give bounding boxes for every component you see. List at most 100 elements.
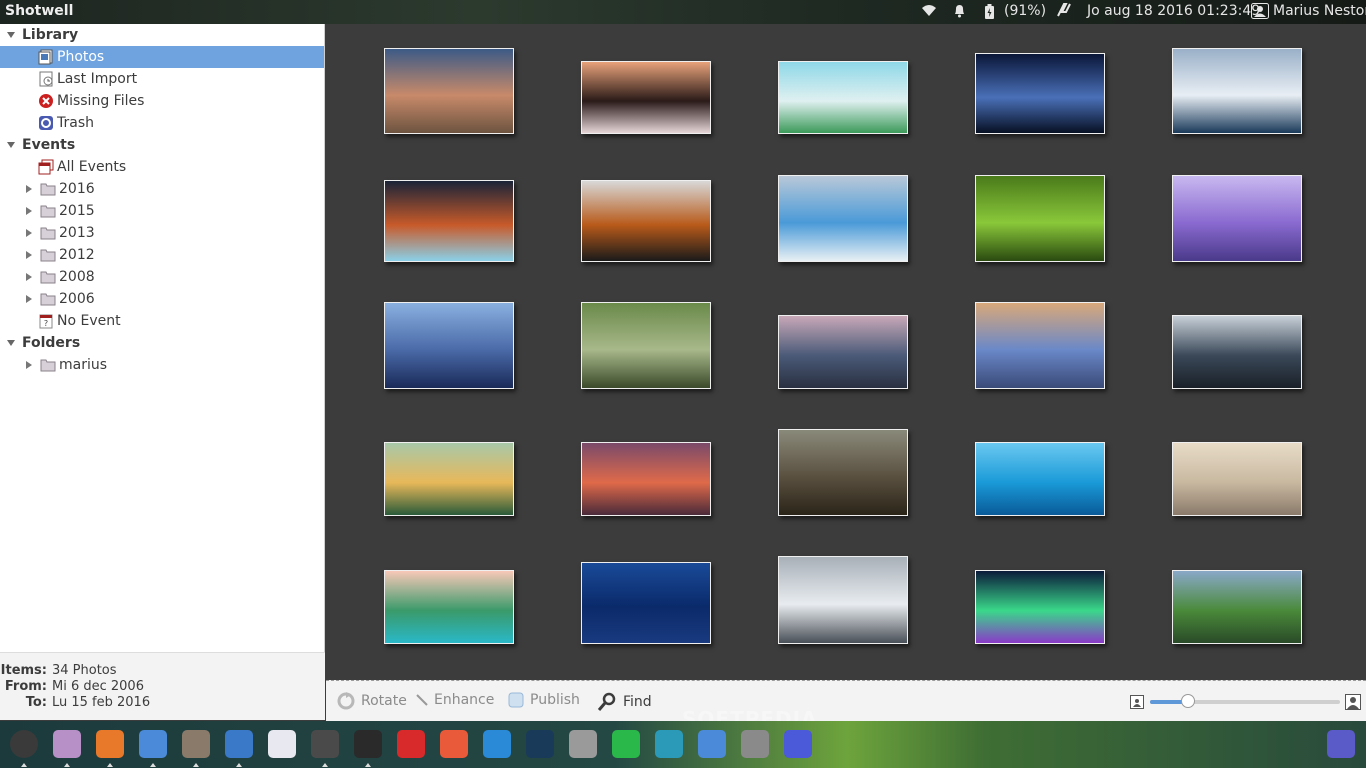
photo-thumbnail-red-city[interactable] — [581, 442, 711, 516]
firefox-icon[interactable] — [96, 730, 124, 758]
mail-icon[interactable] — [139, 730, 167, 758]
monitor-icon[interactable] — [483, 730, 511, 758]
zoom-slider-handle[interactable] — [1181, 694, 1195, 708]
sidebar-item-last-import[interactable]: Last Import — [38, 68, 137, 90]
battery-percent: (91%) — [1004, 3, 1047, 19]
zoom-slider[interactable] — [1150, 694, 1340, 708]
expander-down-icon[interactable] — [6, 338, 16, 348]
photo-thumbnail-blue-mountains[interactable] — [384, 302, 514, 389]
expander-right-icon[interactable] — [24, 272, 34, 282]
installer-icon[interactable] — [397, 730, 425, 758]
updater-icon[interactable] — [440, 730, 468, 758]
photo-thumbnail-sunset-reflection[interactable] — [975, 302, 1105, 389]
user-menu[interactable]: Marius Nestor — [1251, 3, 1366, 19]
recycle-icon[interactable] — [1327, 730, 1355, 758]
dock — [0, 721, 1366, 768]
photo-thumbnail-rail-bridge[interactable] — [778, 429, 908, 516]
network-icon[interactable] — [784, 730, 812, 758]
sidebar-item-missing-files[interactable]: Missing Files — [38, 90, 144, 112]
keyboard-indicator-icon[interactable] — [1057, 3, 1071, 17]
disks-icon[interactable] — [741, 730, 769, 758]
expander-right-icon[interactable] — [24, 360, 34, 370]
expander-right-icon[interactable] — [24, 294, 34, 304]
photo-thumbnail-flat-mountains[interactable] — [778, 61, 908, 134]
expander-down-icon[interactable] — [6, 140, 16, 150]
photo-thumbnail-glacier[interactable] — [778, 175, 908, 262]
steam-icon[interactable] — [526, 730, 554, 758]
photo-thumbnail-tiger[interactable] — [581, 180, 711, 262]
publish-button[interactable]: Publish — [508, 692, 580, 708]
enhance-button[interactable]: Enhance — [416, 692, 494, 708]
sync-icon[interactable] — [612, 730, 640, 758]
text-editor-icon[interactable] — [268, 730, 296, 758]
folder-icon — [40, 271, 56, 284]
sidebar-item-2006[interactable]: 2006 — [24, 288, 95, 310]
sidebar-item-2013[interactable]: 2013 — [24, 222, 95, 244]
running-indicator — [365, 763, 371, 767]
photo-thumbnail-snow-tree[interactable] — [778, 556, 908, 644]
sidebar-item-trash[interactable]: Trash — [38, 112, 94, 134]
all-events-icon — [38, 159, 54, 175]
workspaces-icon[interactable] — [698, 730, 726, 758]
photo-thumbnail-galaxy[interactable] — [975, 53, 1105, 134]
user-icon — [1251, 3, 1269, 19]
expander-right-icon[interactable] — [24, 184, 34, 194]
publish-icon — [508, 692, 524, 708]
calculator-icon[interactable] — [311, 730, 339, 758]
rotate-button[interactable]: Rotate — [337, 692, 407, 710]
photo-thumbnail-flat-sunrise[interactable] — [384, 442, 514, 516]
dash-icon[interactable] — [10, 730, 38, 758]
sidebar-item-2008[interactable]: 2008 — [24, 266, 95, 288]
photo-thumbnail-green-leaves[interactable] — [975, 175, 1105, 262]
shotwell-icon[interactable] — [225, 730, 253, 758]
zoom-out-icon[interactable] — [1130, 695, 1144, 709]
bell-icon[interactable] — [953, 3, 966, 18]
sidebar-item-no-event[interactable]: ? No Event — [38, 310, 121, 332]
photo-thumbnail-snowy-forest[interactable] — [1172, 315, 1302, 389]
svg-text:?: ? — [44, 319, 48, 328]
sidebar-header-library[interactable]: Library — [6, 24, 316, 46]
photo-thumbnail-ice-floes[interactable] — [1172, 48, 1302, 134]
photo-thumbnail-space-planet[interactable] — [384, 180, 514, 262]
terminal-icon[interactable] — [354, 730, 382, 758]
sidebar-header-events[interactable]: Events — [6, 134, 316, 156]
photo-thumbnail-aurora[interactable] — [975, 570, 1105, 644]
photo-thumbnail-green-valley[interactable] — [1172, 570, 1302, 644]
battery-indicator[interactable]: (91%) — [985, 3, 1046, 19]
running-indicator — [150, 763, 156, 767]
image-viewer-icon[interactable] — [655, 730, 683, 758]
photo-thumbnail-purple-sea[interactable] — [1172, 175, 1302, 262]
sidebar-item-2015[interactable]: 2015 — [24, 200, 95, 222]
photo-thumbnail-bamboo[interactable] — [581, 302, 711, 389]
photo-thumbnail-flat-forest[interactable] — [384, 570, 514, 644]
enhance-icon — [416, 694, 428, 706]
sidebar-item-photos[interactable]: Photos — [0, 46, 324, 68]
photo-thumbnail-blue-texture[interactable] — [581, 562, 711, 644]
zoom-in-icon[interactable] — [1345, 694, 1361, 710]
sidebar-item-2012[interactable]: 2012 — [24, 244, 95, 266]
expander-down-icon[interactable] — [6, 30, 16, 40]
expander-right-icon[interactable] — [24, 206, 34, 216]
photo-thumbnail-zen-sand[interactable] — [1172, 442, 1302, 516]
gimp-icon[interactable] — [182, 730, 210, 758]
clock[interactable]: Jo aug 18 2016 01:23:49 — [1087, 3, 1260, 19]
trash-icon — [39, 116, 53, 130]
sidebar-item-all-events[interactable]: All Events — [38, 156, 126, 178]
photo-thumbnail-boat-lagoon[interactable] — [975, 442, 1105, 516]
wifi-icon[interactable] — [921, 3, 937, 17]
photo-thumbnail-lake-pier[interactable] — [384, 48, 514, 134]
folder-icon — [40, 359, 56, 372]
sidebar-item-marius[interactable]: marius — [24, 354, 107, 376]
find-button[interactable]: Find — [597, 692, 652, 712]
expander-right-icon[interactable] — [24, 228, 34, 238]
sidebar-header-folders[interactable]: Folders — [6, 332, 316, 354]
expander-right-icon[interactable] — [24, 250, 34, 260]
running-indicator — [21, 763, 27, 767]
running-indicator — [64, 763, 70, 767]
files-icon[interactable] — [53, 730, 81, 758]
running-indicator — [107, 763, 113, 767]
photo-thumbnail-laptop-room[interactable] — [581, 61, 711, 134]
photo-thumbnail-rocky-shore[interactable] — [778, 315, 908, 389]
sidebar-item-2016[interactable]: 2016 — [24, 178, 95, 200]
help-icon[interactable] — [569, 730, 597, 758]
